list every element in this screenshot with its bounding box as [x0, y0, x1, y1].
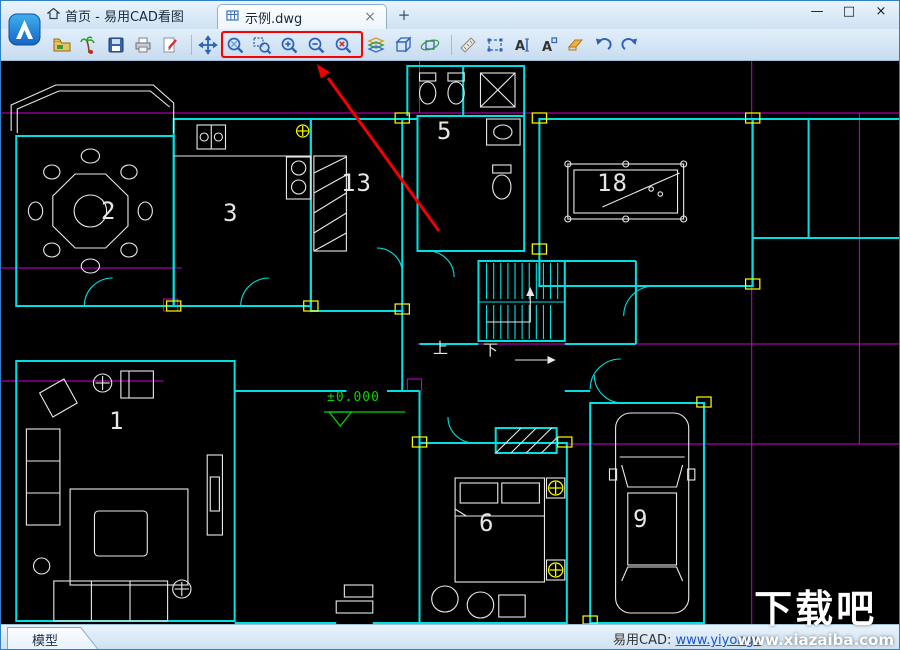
- app-logo-icon[interactable]: [8, 13, 41, 46]
- toolbar-separator: [451, 34, 452, 55]
- drawing-file-icon: [226, 9, 239, 26]
- room-label-5: 5: [437, 117, 453, 145]
- print-icon[interactable]: [132, 33, 154, 57]
- room-label-2: 2: [101, 197, 117, 225]
- redo-icon[interactable]: [619, 33, 641, 57]
- new-tab-button[interactable]: +: [395, 6, 413, 24]
- model-tab[interactable]: 模型: [7, 627, 99, 649]
- doc-tab-label: 示例.dwg: [245, 11, 303, 27]
- area-measure-icon[interactable]: [484, 33, 506, 57]
- room-label-6: 6: [479, 509, 495, 537]
- zoom-window-icon[interactable]: [251, 33, 273, 57]
- orbit-icon[interactable]: [419, 33, 441, 57]
- toolbar: A A: [1, 29, 899, 61]
- zoom-out-icon[interactable]: [305, 33, 327, 57]
- close-button[interactable]: ×: [871, 2, 891, 22]
- edit-drawing-icon[interactable]: [159, 33, 181, 57]
- room-label-9: 9: [633, 505, 649, 533]
- room-label-13: 13: [341, 169, 372, 197]
- home-icon: [46, 7, 61, 24]
- titlebar: 首页 - 易用CAD看图 示例.dwg × + — □ ×: [1, 1, 899, 29]
- pan-icon[interactable]: [197, 33, 219, 57]
- window-controls: — □ ×: [807, 2, 891, 22]
- floor-plan-drawing: [1, 61, 899, 624]
- watermark: 下载吧 www.xiazaiba.com: [737, 587, 894, 649]
- eraser-icon[interactable]: [565, 33, 587, 57]
- zoom-extents-icon[interactable]: [224, 33, 246, 57]
- watermark-url: www.xiazaiba.com: [737, 631, 894, 649]
- watermark-title: 下载吧: [754, 587, 878, 632]
- model-tab-label: 模型: [31, 633, 58, 649]
- annotate-text-icon[interactable]: A: [511, 33, 533, 57]
- cad-canvas[interactable]: 2 3 13 5 18 1 6 9 上 下 ±0.000: [1, 61, 899, 624]
- tab-close-icon[interactable]: ×: [362, 9, 378, 25]
- room-label-18: 18: [597, 169, 628, 197]
- text-style-icon[interactable]: A: [538, 33, 560, 57]
- svg-text:A: A: [515, 39, 525, 54]
- home-tab[interactable]: 首页 - 易用CAD看图: [46, 1, 184, 29]
- open-file-icon[interactable]: [51, 33, 73, 57]
- tab-doc[interactable]: 示例.dwg ×: [217, 4, 387, 29]
- layers-icon[interactable]: [365, 33, 387, 57]
- svg-text:A: A: [542, 40, 552, 55]
- measure-icon[interactable]: [457, 33, 479, 57]
- maximize-button[interactable]: □: [839, 2, 859, 22]
- zoom-previous-icon[interactable]: [332, 33, 354, 57]
- stair-down-label: 下: [483, 341, 500, 359]
- app-window: 首页 - 易用CAD看图 示例.dwg × + — □ × A A 2 3 13…: [0, 0, 900, 650]
- vendor-prefix: 易用CAD:: [613, 633, 676, 648]
- room-label-1: 1: [109, 407, 125, 435]
- home-title: 首页 - 易用CAD看图: [65, 9, 184, 25]
- save-icon[interactable]: [105, 33, 127, 57]
- elevation-label: ±0.000: [327, 390, 380, 405]
- browse-palm-icon[interactable]: [78, 33, 100, 57]
- view-3d-icon[interactable]: [392, 33, 414, 57]
- zoom-in-icon[interactable]: [278, 33, 300, 57]
- undo-icon[interactable]: [592, 33, 614, 57]
- stair-up-label: 上: [433, 339, 450, 357]
- room-label-3: 3: [223, 199, 239, 227]
- minimize-button[interactable]: —: [807, 2, 827, 22]
- toolbar-separator: [191, 34, 192, 55]
